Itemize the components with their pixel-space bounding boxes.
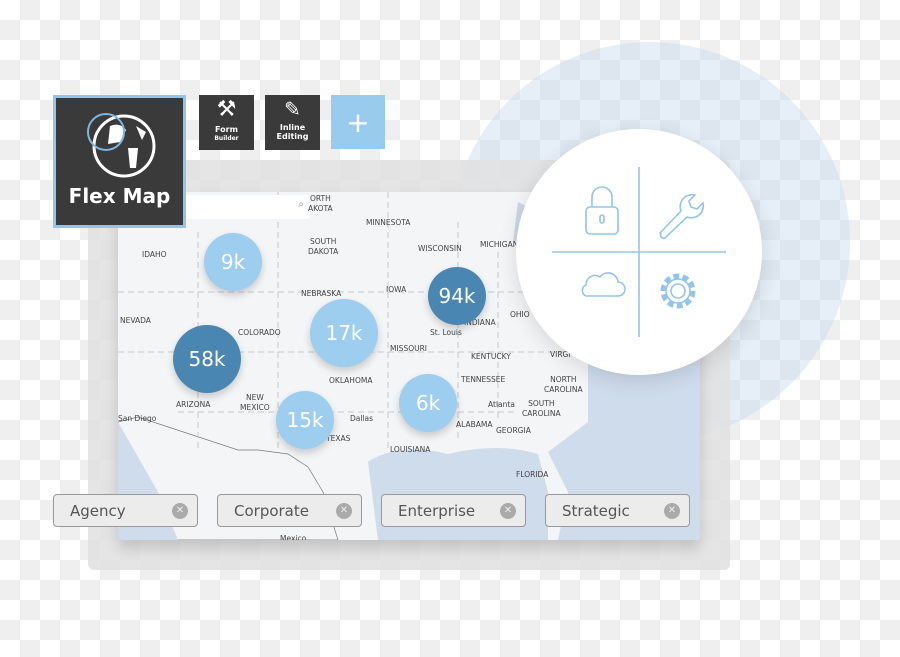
remove-filter-icon[interactable]: ✕	[336, 503, 352, 519]
lock-icon	[585, 186, 619, 235]
wrench-icon	[658, 193, 705, 240]
map-label: ARIZONA	[176, 400, 211, 409]
cluster-marker[interactable]: 6k	[399, 374, 457, 432]
map-label: COLORADO	[238, 328, 281, 337]
map-label: WISCONSIN	[418, 244, 462, 253]
map-label: Atlanta	[488, 400, 515, 409]
form-builder-icon: ⚒	[216, 97, 237, 122]
map-label: KENTUCKY	[471, 352, 511, 361]
pencil-icon: ✎	[284, 97, 301, 121]
flex-map-label: Flex Map	[68, 184, 171, 208]
map-label: GEORGIA	[496, 426, 531, 435]
map-label: NORTH CAROLINA	[544, 375, 583, 394]
inline-editing-sublabel: Editing	[276, 132, 309, 141]
map-label: ORTH AKOTA	[308, 194, 333, 213]
cloud-icon	[581, 272, 626, 297]
form-builder-label: Form	[215, 125, 238, 134]
filter-chip-label: Corporate	[234, 502, 309, 520]
map-label: IDAHO	[142, 250, 167, 259]
add-button[interactable]: +	[331, 95, 385, 149]
map-label: SOUTH CAROLINA	[522, 399, 561, 418]
flex-map-tile[interactable]: Flex Map	[53, 95, 186, 228]
map-label: FLORIDA	[516, 470, 549, 479]
map-label: LOUISIANA	[390, 445, 431, 454]
filter-chip[interactable]: Corporate ✕	[217, 494, 362, 527]
inline-editing-label: Inline	[279, 123, 306, 132]
form-builder-sublabel: Builder	[214, 135, 239, 142]
map-label: St. Louis	[430, 328, 462, 337]
filter-chip-label: Strategic	[562, 502, 630, 520]
filter-chip[interactable]: Agency ✕	[53, 494, 198, 527]
map-label: Mexico	[280, 534, 307, 540]
map-label: NEVADA	[120, 316, 151, 325]
filter-chip[interactable]: Strategic ✕	[545, 494, 690, 527]
map-search-input[interactable]: ⌕	[184, 195, 310, 219]
cluster-marker[interactable]: 58k	[173, 325, 241, 393]
features-circle	[516, 129, 762, 375]
cluster-marker[interactable]: 94k	[428, 267, 486, 325]
map-label: TEXAS	[326, 434, 351, 443]
filter-chip-label: Enterprise	[398, 502, 476, 520]
map-label: MISSOURI	[390, 344, 428, 353]
cluster-marker[interactable]: 17k	[310, 299, 378, 367]
filter-chip-label: Agency	[70, 502, 126, 520]
map-label: MICHIGAN	[480, 240, 519, 249]
map-label: MINNESOTA	[366, 218, 411, 227]
map-label: SOUTH DAKOTA	[308, 237, 339, 256]
cluster-marker[interactable]: 9k	[204, 233, 262, 291]
map-label: San Diego	[118, 414, 157, 423]
map-label: NEBRASKA	[301, 289, 342, 298]
map-label: OKLAHOMA	[329, 376, 373, 385]
filter-chip[interactable]: Enterprise ✕	[381, 494, 526, 527]
map-label: IOWA	[386, 285, 407, 294]
remove-filter-icon[interactable]: ✕	[172, 503, 188, 519]
gear-icon	[660, 273, 696, 309]
map-label: TENNESSEE	[461, 375, 506, 384]
globe-icon	[87, 113, 156, 178]
search-icon: ⌕	[298, 199, 304, 210]
map-label: NEW MEXICO	[240, 393, 270, 412]
divider-lines	[552, 167, 726, 337]
remove-filter-icon[interactable]: ✕	[500, 503, 516, 519]
remove-filter-icon[interactable]: ✕	[664, 503, 680, 519]
map-label: ALABAMA	[456, 420, 493, 429]
form-builder-tile[interactable]: ⚒ Form Builder	[199, 95, 254, 150]
map-label: Dallas	[350, 414, 374, 423]
cluster-marker[interactable]: 15k	[276, 391, 334, 449]
inline-editing-tile[interactable]: ✎ Inline Editing	[265, 95, 320, 150]
